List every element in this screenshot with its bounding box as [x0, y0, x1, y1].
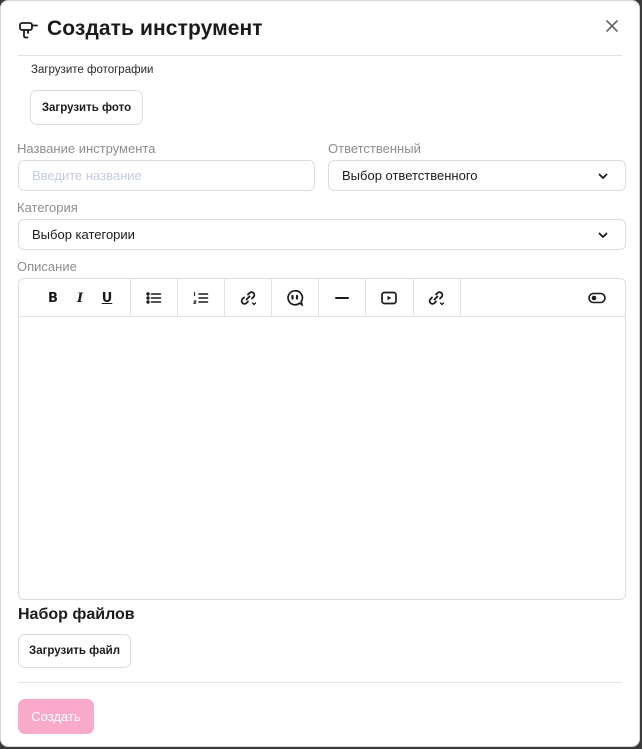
link-icon[interactable]	[238, 288, 258, 308]
upload-photo-button[interactable]: Загрузить фото	[30, 90, 143, 125]
toolbar-divider	[271, 279, 272, 316]
category-select[interactable]: Выбор категории	[18, 219, 626, 250]
underline-button[interactable]: U	[97, 288, 117, 308]
modal-title: Создать инструмент	[47, 17, 263, 40]
files-section-title: Набор файлов	[18, 606, 135, 623]
create-button[interactable]: Создать	[18, 699, 94, 734]
create-tool-modal: Создать инструмент Загрузите фотографии …	[0, 0, 640, 747]
chevron-down-icon	[598, 232, 608, 238]
modal-header: Создать инструмент	[18, 1, 622, 56]
toggle-icon[interactable]	[587, 288, 607, 308]
chevron-down-icon	[598, 173, 608, 179]
tool-name-input[interactable]: Введите название	[18, 160, 315, 191]
photo-upload-label: Загрузите фотографии	[31, 64, 154, 76]
toolbar-divider	[224, 279, 225, 316]
toolbar-divider	[413, 279, 414, 316]
toolbar-divider	[318, 279, 319, 316]
footer-divider	[18, 682, 622, 683]
toolbar-divider	[177, 279, 178, 316]
responsible-label: Ответственный	[328, 141, 421, 156]
editor-toolbar: B I U	[19, 279, 625, 317]
ordered-list-icon[interactable]	[191, 288, 211, 308]
description-editor[interactable]: B I U	[18, 278, 626, 600]
bullet-list-icon[interactable]	[144, 288, 164, 308]
responsible-select[interactable]: Выбор ответственного	[328, 160, 626, 191]
description-label: Описание	[17, 259, 77, 274]
quote-icon[interactable]	[285, 288, 305, 308]
toolbar-divider	[365, 279, 366, 316]
unlink-icon[interactable]	[426, 288, 446, 308]
responsible-select-value: Выбор ответственного	[342, 168, 478, 183]
italic-button[interactable]: I	[70, 288, 90, 308]
category-select-value: Выбор категории	[32, 227, 135, 242]
toolbar-divider	[130, 279, 131, 316]
close-icon[interactable]	[604, 18, 620, 34]
tool-name-label: Название инструмента	[17, 141, 156, 156]
drill-icon	[19, 22, 38, 39]
upload-file-button[interactable]: Загрузить файл	[18, 634, 131, 668]
category-label: Категория	[17, 200, 78, 215]
bold-button[interactable]: B	[43, 288, 63, 308]
toolbar-divider	[460, 279, 461, 316]
horizontal-rule-icon[interactable]	[332, 288, 352, 308]
video-icon[interactable]	[379, 288, 399, 308]
